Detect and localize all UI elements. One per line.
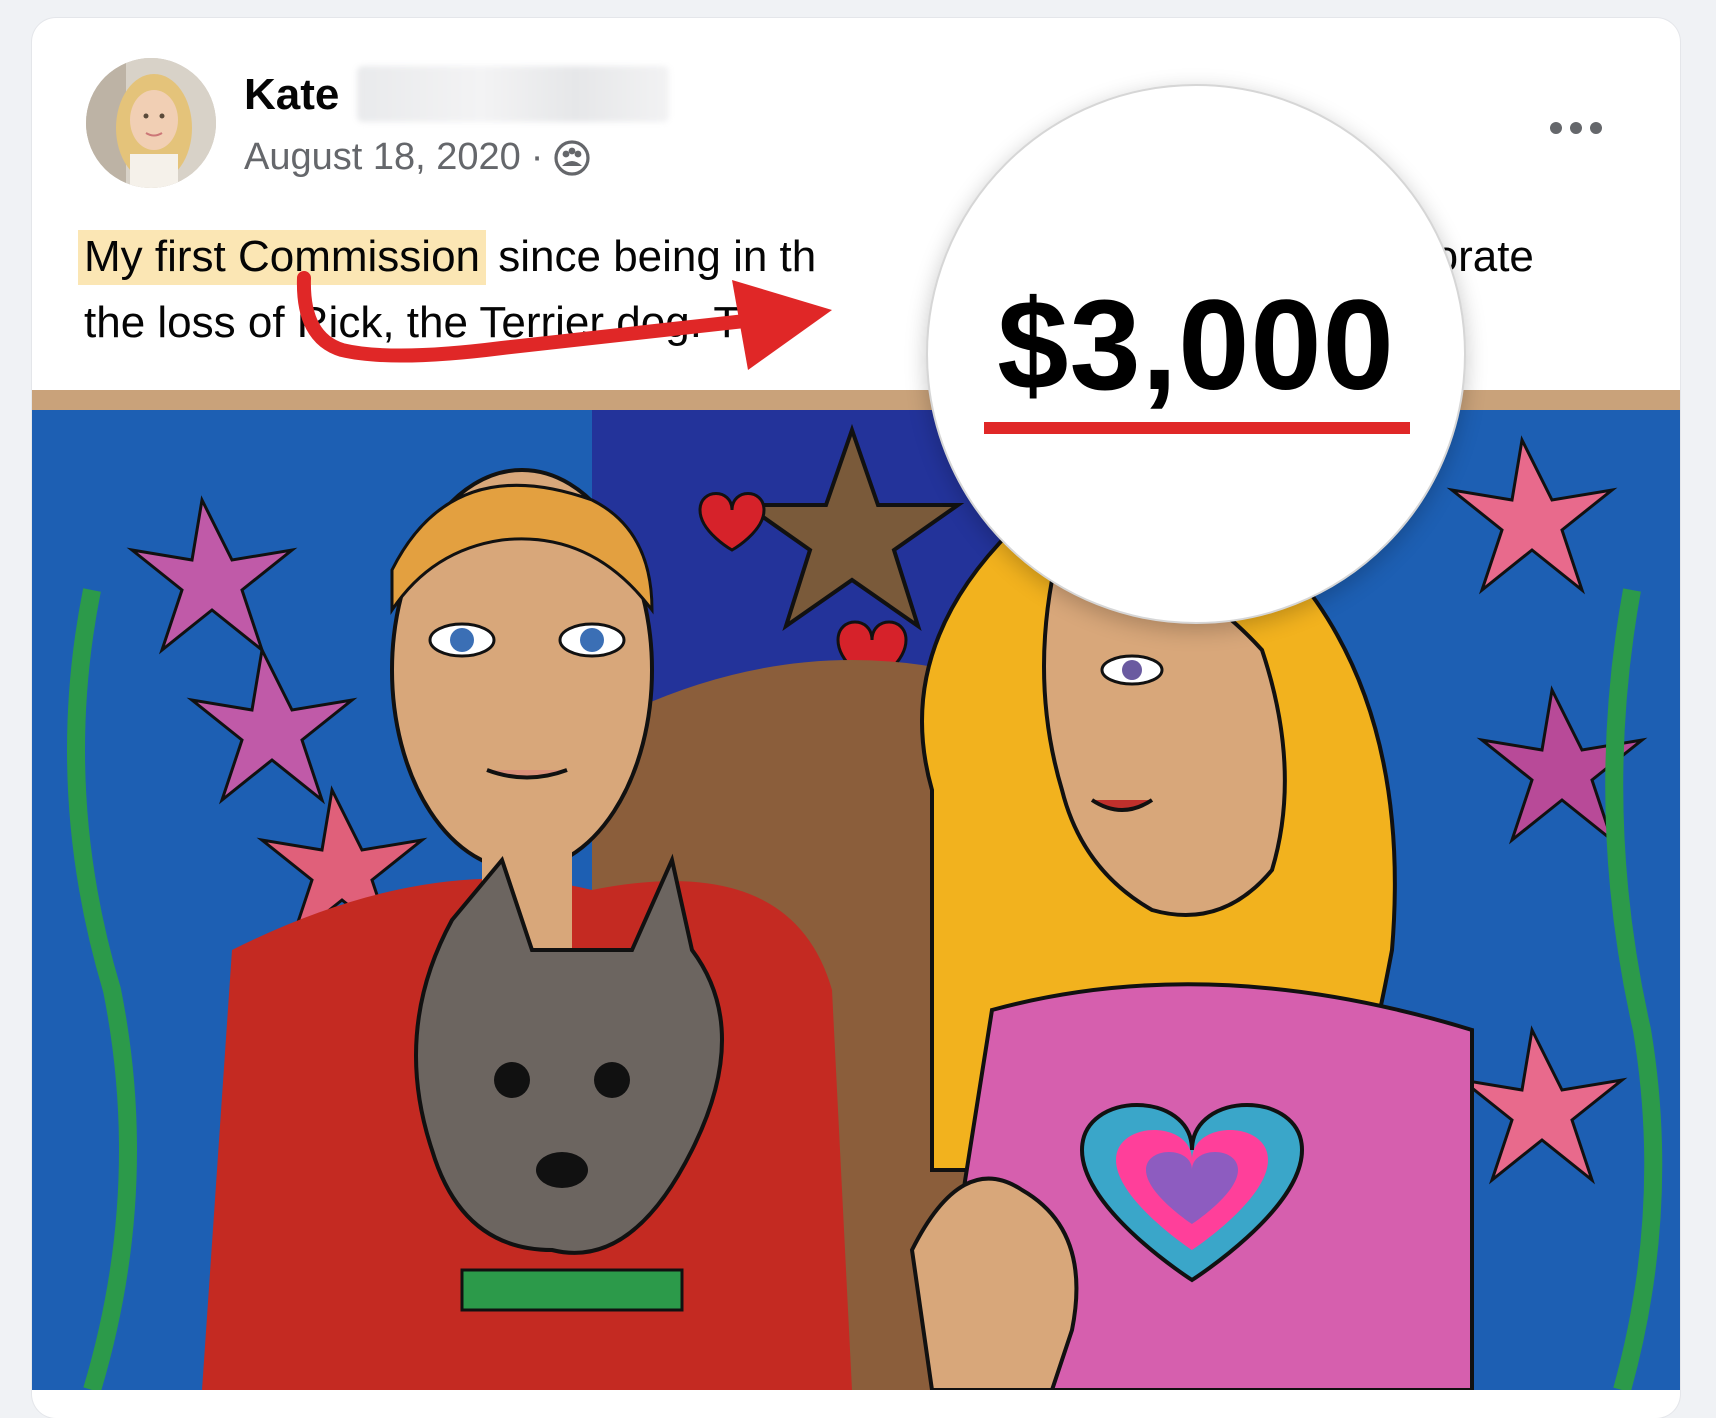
post-image[interactable] (32, 390, 1680, 1390)
post-meta: August 18, 2020 · (244, 136, 591, 179)
painting-image (32, 390, 1680, 1390)
redacted-surname (357, 66, 669, 122)
more-options-icon[interactable] (1534, 98, 1618, 158)
price-callout: $3,000 (926, 84, 1466, 624)
price-label: $3,000 (997, 274, 1395, 417)
meta-separator: · (530, 136, 544, 178)
group-icon[interactable] (553, 139, 591, 177)
highlighted-phrase: My first Commission (78, 230, 487, 285)
post-card: Kate August 18, 2020 · My first Commissi… (32, 18, 1680, 1418)
avatar[interactable] (86, 58, 216, 188)
price-underline (984, 422, 1410, 434)
post-date[interactable]: August 18, 2020 (244, 136, 521, 179)
author-name[interactable]: Kate (244, 70, 339, 120)
post-text-line1-rest: since being in th (486, 232, 817, 281)
